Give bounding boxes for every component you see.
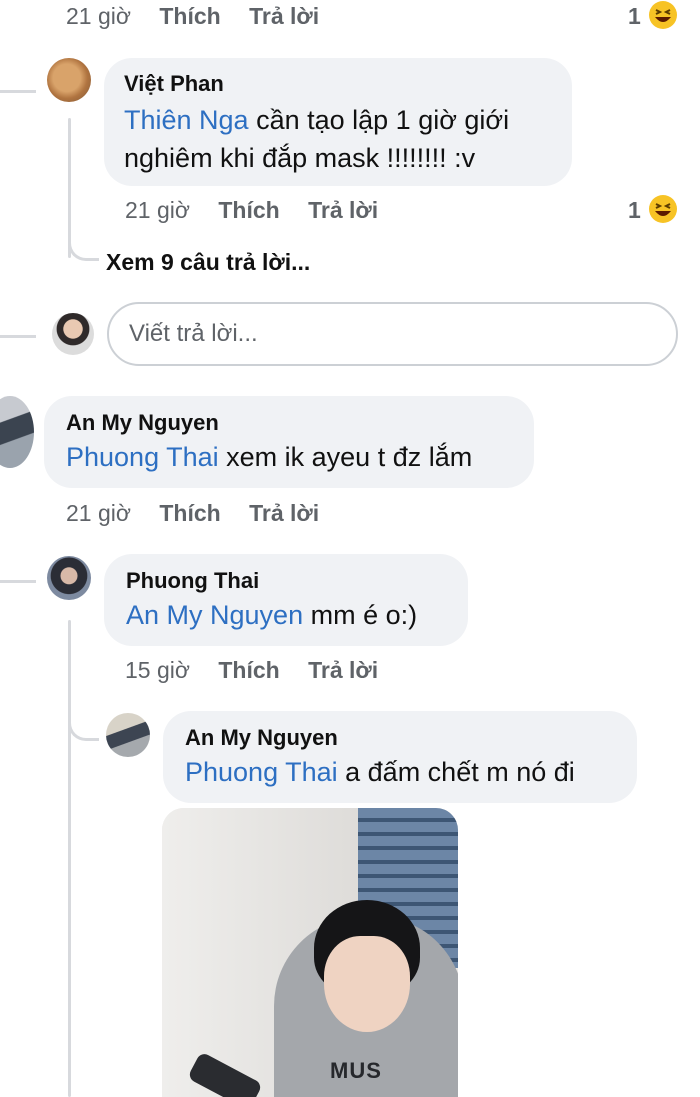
photo-face [324, 936, 410, 1032]
reply-button[interactable]: Trả lời [249, 3, 319, 29]
avatar-an-my-nguyen[interactable] [106, 713, 150, 757]
thread-line-curve [68, 710, 99, 741]
comment-bubble-an-my-2: An My Nguyen Phuong Thai a đấm chết m nó… [163, 711, 637, 803]
reply-button[interactable]: Trả lời [308, 197, 378, 223]
like-button[interactable]: Thích [159, 3, 220, 29]
comment-photo[interactable]: MUS [162, 808, 458, 1097]
avatar-viet-phan[interactable] [47, 58, 91, 102]
comment-text: Phuong Thai xem ik ayeu t đz lắm [66, 438, 512, 476]
comment-text-body: xem ik ayeu t đz lắm [218, 442, 473, 472]
reply-button[interactable]: Trả lời [249, 500, 319, 526]
comment-text: An My Nguyen mm é o:) [126, 596, 446, 634]
comment-meta-phuong-thai: 15 giờ Thích Trả lời [125, 657, 378, 684]
comment-author[interactable]: An My Nguyen [66, 410, 512, 436]
like-button[interactable]: Thích [218, 197, 279, 223]
comment-time: 21 giờ [66, 3, 131, 29]
comment-text-body: mm é o:) [303, 600, 418, 630]
view-replies-link[interactable]: Xem 9 câu trả lời... [106, 249, 310, 276]
mention-link[interactable]: Thiên Nga [124, 105, 249, 135]
reaction-count[interactable]: 1 [628, 3, 641, 30]
reply-input[interactable]: Viết trả lời... [107, 302, 678, 366]
comment-author[interactable]: Phuong Thai [126, 568, 446, 594]
comment-text-line2: nghiêm khi đắp mask !!!!!!!! :v [124, 143, 476, 173]
reply-button[interactable]: Trả lời [308, 657, 378, 683]
comment-bubble-viet-phan: Việt Phan Thiên Nga cần tạo lập 1 giờ gi… [104, 58, 572, 186]
thread-line [0, 90, 36, 93]
like-button[interactable]: Thích [218, 657, 279, 683]
comment-meta-an-my-1: 21 giờ Thích Trả lời [66, 500, 319, 527]
thread-line [0, 335, 36, 338]
laughing-emoji-icon[interactable] [648, 194, 678, 224]
comment-text: Phuong Thai a đấm chết m nó đi [185, 753, 615, 791]
laughing-emoji-icon[interactable] [648, 0, 678, 30]
thread-line [68, 620, 71, 1097]
reply-input-placeholder: Viết trả lời... [129, 320, 258, 347]
comment-text-body: a đấm chết m nó đi [337, 757, 575, 787]
photo-hoodie-text: MUS [330, 1058, 382, 1083]
comment-time: 15 giờ [125, 657, 190, 683]
thread-line-curve [68, 230, 99, 261]
comment-time: 21 giờ [66, 500, 131, 526]
mention-link[interactable]: Phuong Thai [185, 757, 338, 787]
avatar-an-my-nguyen[interactable] [0, 396, 34, 468]
mention-link[interactable]: An My Nguyen [126, 600, 303, 630]
avatar-phuong-thai[interactable] [47, 556, 91, 600]
mention-link[interactable]: Phuong Thai [66, 442, 219, 472]
comment-author[interactable]: An My Nguyen [185, 725, 615, 751]
thread-line [0, 580, 36, 583]
comment-text-line1: cần tạo lập 1 giờ giới [248, 105, 510, 135]
reaction-count[interactable]: 1 [628, 197, 641, 224]
like-button[interactable]: Thích [159, 500, 220, 526]
comment-author[interactable]: Việt Phan [124, 71, 552, 97]
avatar-current-user[interactable] [52, 313, 94, 355]
comment-time: 21 giờ [125, 197, 190, 223]
comment-bubble-an-my-1: An My Nguyen Phuong Thai xem ik ayeu t đ… [44, 396, 534, 488]
comment-bubble-phuong-thai: Phuong Thai An My Nguyen mm é o:) [104, 554, 468, 646]
comment-meta-top: 21 giờ Thích Trả lời [66, 3, 319, 30]
comment-meta-viet-phan: 21 giờ Thích Trả lời [125, 197, 378, 224]
comment-text: Thiên Nga cần tạo lập 1 giờ giới nghiêm … [124, 101, 552, 177]
